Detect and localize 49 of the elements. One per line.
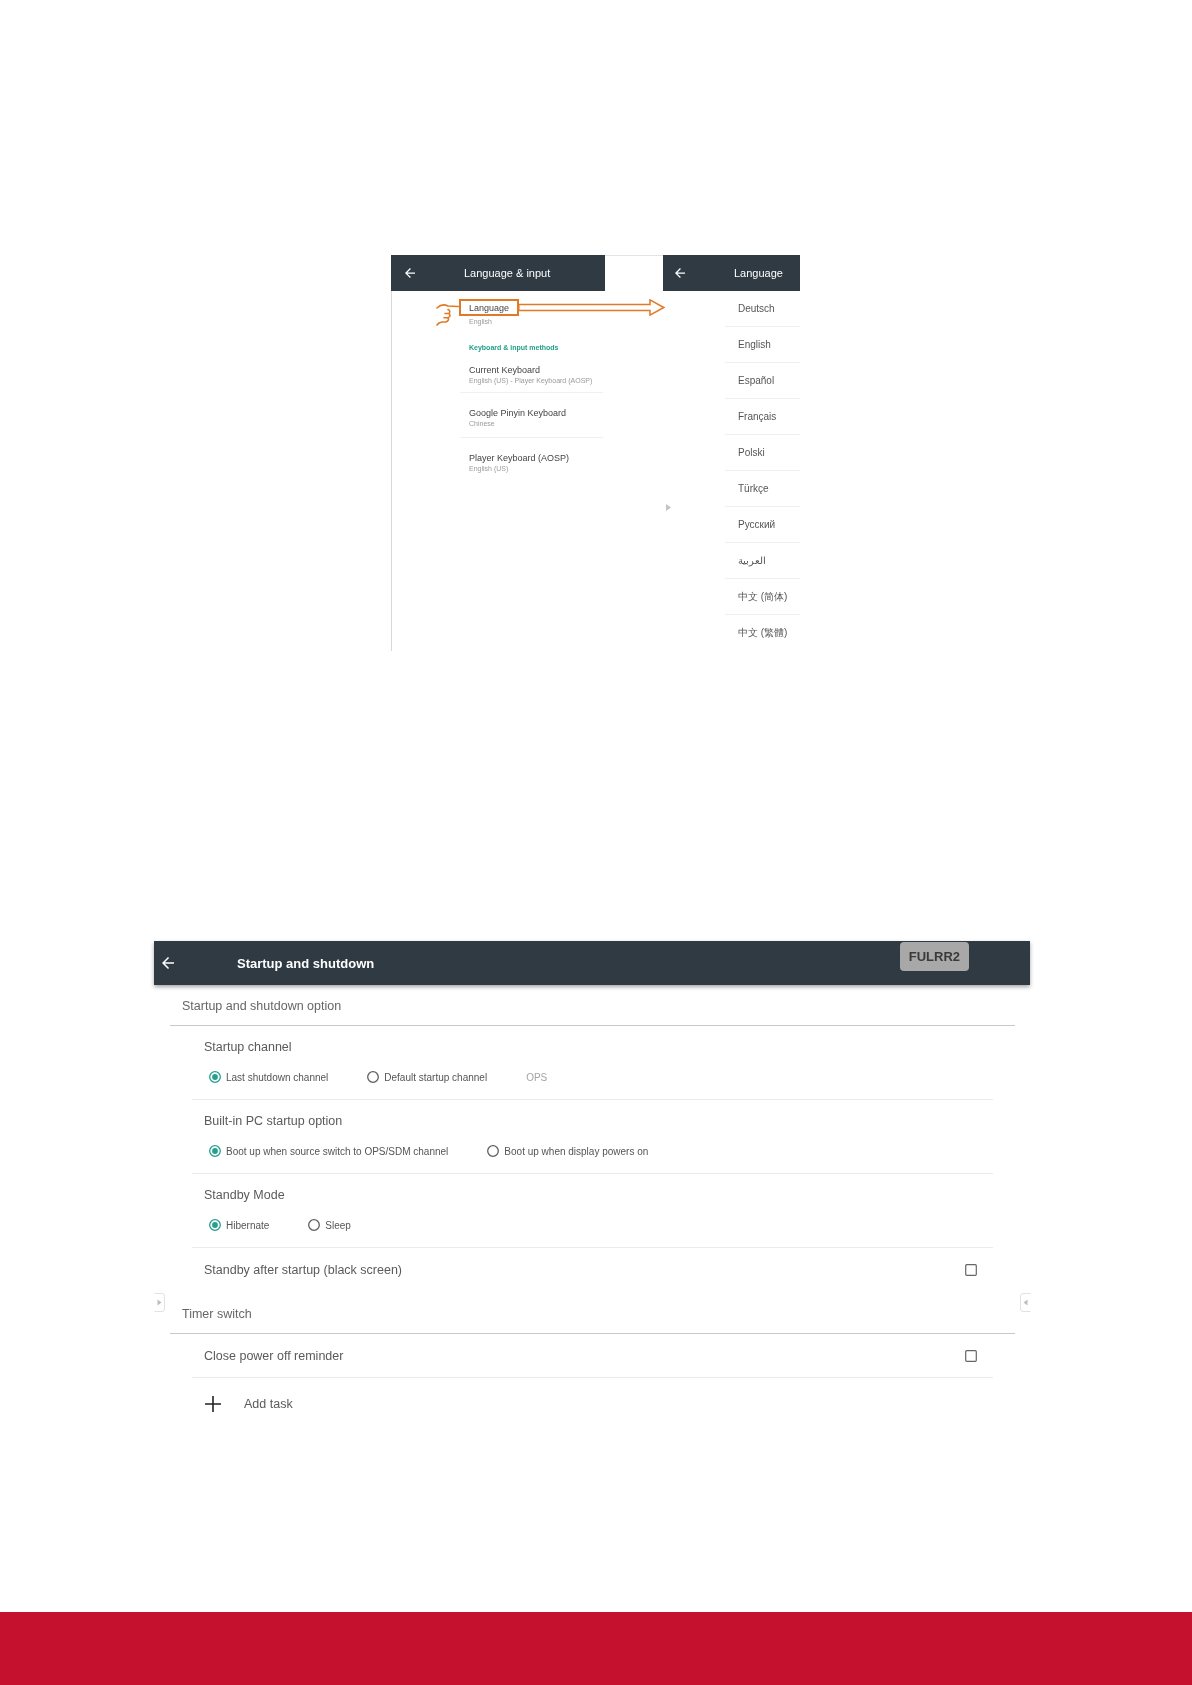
language-option[interactable]: English — [738, 339, 771, 350]
setting-label: Close power off reminder — [204, 1348, 344, 1363]
radio-icon[interactable] — [209, 1219, 221, 1231]
back-arrow-icon[interactable] — [675, 268, 685, 278]
plus-icon — [205, 1396, 221, 1412]
radio-option[interactable]: Hibernate — [209, 1219, 270, 1231]
language-option[interactable]: Türkçe — [738, 483, 769, 494]
keyboard-name[interactable]: Current Keyboard — [469, 364, 541, 376]
radio-icon[interactable] — [209, 1145, 221, 1157]
radio-option[interactable]: Last shutdown channel — [209, 1071, 329, 1083]
screen-title: Language & input — [464, 267, 551, 279]
radio-option[interactable]: Default startup channel — [367, 1071, 488, 1083]
radio-option[interactable]: Boot up when source switch to OPS/SDM channel — [209, 1145, 449, 1157]
model-badge: FULRR2 — [899, 942, 969, 971]
language-option[interactable]: Polski — [738, 447, 765, 458]
setting-title[interactable]: Language — [469, 302, 510, 314]
radio-icon[interactable] — [487, 1145, 500, 1157]
checkbox[interactable] — [965, 1349, 977, 1362]
screen-title: Startup and shutdown — [237, 955, 375, 971]
radio-option[interactable]: Sleep — [308, 1219, 351, 1231]
back-arrow-icon[interactable] — [162, 957, 174, 969]
back-arrow-icon[interactable] — [405, 268, 415, 278]
drawer-handle-icon[interactable] — [1020, 1293, 1031, 1312]
section-header: Timer switch — [182, 1306, 252, 1321]
language-option[interactable]: Español — [738, 375, 775, 386]
language-option[interactable]: 中文 (简体) — [738, 589, 788, 604]
drawer-handle-icon[interactable] — [154, 1293, 165, 1312]
keyboard-name[interactable]: Player Keyboard (AOSP) — [469, 452, 570, 464]
pointing-hand-icon — [436, 301, 460, 326]
section-header: Startup and shutdown option — [182, 999, 342, 1013]
highlight-frame — [459, 299, 519, 316]
setting-label: Standby after startup (black screen) — [204, 1263, 402, 1277]
screen-title: Language — [734, 267, 783, 279]
language-option[interactable]: Deutsch — [738, 303, 775, 314]
setting-label: Startup channel — [204, 1040, 292, 1054]
setting-label: Standby Mode — [204, 1188, 285, 1202]
language-option[interactable]: 中文 (繁體) — [738, 626, 788, 640]
setting-label: Built-in PC startup option — [204, 1114, 343, 1128]
keyboard-name[interactable]: Google Pinyin Keyboard — [469, 407, 567, 419]
language-option[interactable]: Русский — [738, 519, 776, 530]
add-task-button[interactable]: Add task — [205, 1396, 293, 1412]
channel-value: OPS — [526, 1071, 548, 1083]
checkbox[interactable] — [965, 1264, 977, 1276]
radio-option[interactable]: Boot up when display powers on — [487, 1145, 649, 1157]
radio-icon[interactable] — [367, 1071, 380, 1083]
radio-icon[interactable] — [209, 1071, 221, 1083]
language-option[interactable]: العربية — [738, 555, 766, 566]
language-option[interactable]: Français — [738, 411, 777, 422]
radio-icon[interactable] — [308, 1219, 321, 1231]
